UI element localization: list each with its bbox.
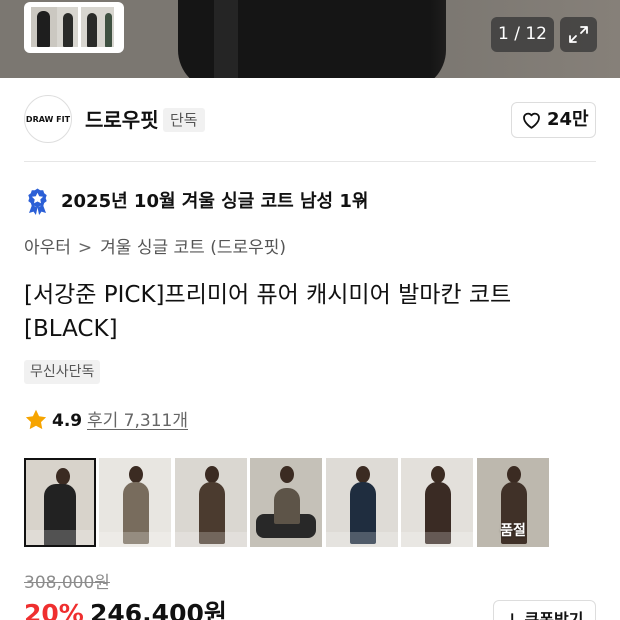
thumbnail-model-head: [129, 466, 143, 483]
coupon-button[interactable]: ↓ 쿠폰받기: [493, 600, 596, 620]
thumbnail-coat: [274, 488, 300, 524]
rank-badge-icon: [28, 188, 47, 215]
product-thumbnail-7[interactable]: 품절: [477, 458, 549, 547]
fullscreen-icon[interactable]: [560, 17, 597, 52]
product-title: [서강준 PICK]프리미어 퓨어 캐시미어 발마칸 코트 [BLACK]: [24, 282, 512, 342]
main-product-image[interactable]: › 1 / 12: [0, 0, 620, 78]
thumbnail-floor: [175, 532, 247, 547]
sale-price: 246,400원: [90, 599, 227, 620]
product-thumbnail-1[interactable]: [24, 458, 96, 547]
chevron-right-icon: >: [77, 238, 93, 258]
original-price: 308,000원: [24, 573, 110, 593]
star-icon: [25, 409, 47, 430]
product-thumbnail-3[interactable]: [175, 458, 247, 547]
thumbnail-floor: [26, 530, 94, 545]
thumbnail-floor: [401, 532, 473, 547]
product-image-thumbnails: 품절: [24, 458, 550, 547]
thumbnail-model-head: [507, 466, 521, 483]
soldout-label: 품절: [500, 523, 526, 539]
review-count-link[interactable]: 후기 7,311개: [87, 410, 188, 432]
thumbnail-floor: [99, 532, 171, 547]
thumbnail-model-head: [431, 466, 445, 483]
breadcrumb-category[interactable]: 아우터: [24, 238, 71, 258]
heart-icon: [523, 112, 540, 129]
product-image-coat: [178, 0, 446, 78]
thumbnail-preview-2[interactable]: [57, 7, 78, 47]
thumbnail-model-head: [56, 468, 70, 485]
image-thumbnail-strip[interactable]: ›: [24, 2, 124, 53]
store-exclusive-tag: 무신사단독: [24, 360, 101, 384]
like-button[interactable]: 24만: [511, 102, 596, 138]
thumbnail-model-head: [280, 466, 294, 483]
image-counter: 1 / 12: [491, 17, 554, 52]
ranking-text[interactable]: 2025년 10월 겨울 싱글 코트 남성 1위: [61, 190, 368, 213]
thumbnail-preview-1[interactable]: [31, 7, 57, 47]
thumbnail-model-head: [205, 466, 219, 483]
rating-value: 4.9: [52, 411, 83, 431]
like-count: 24만: [547, 109, 589, 130]
discount-rate: 20%: [24, 599, 84, 620]
thumbnail-model-head: [356, 466, 370, 483]
product-thumbnail-4[interactable]: [250, 458, 322, 547]
product-thumbnail-5[interactable]: [326, 458, 398, 547]
brand-name[interactable]: 드로우핏: [85, 108, 159, 132]
breadcrumb-subcategory[interactable]: 겨울 싱글 코트 (드로우핏): [100, 238, 286, 258]
brand-logo[interactable]: DRAW FIT: [24, 95, 72, 143]
thumbnail-floor: [326, 532, 398, 547]
brand-exclusive-badge: 단독: [163, 108, 205, 132]
thumbnail-preview-4[interactable]: [102, 7, 114, 47]
chevron-right-icon[interactable]: ›: [358, 189, 367, 212]
thumbnail-preview-3[interactable]: [81, 7, 102, 47]
product-thumbnail-2[interactable]: [99, 458, 171, 547]
brand-divider: [24, 161, 596, 162]
breadcrumb: 아우터 > 겨울 싱글 코트 (드로우핏): [24, 237, 286, 260]
expand-arrows-icon: [569, 26, 588, 43]
product-thumbnail-6[interactable]: [401, 458, 473, 547]
